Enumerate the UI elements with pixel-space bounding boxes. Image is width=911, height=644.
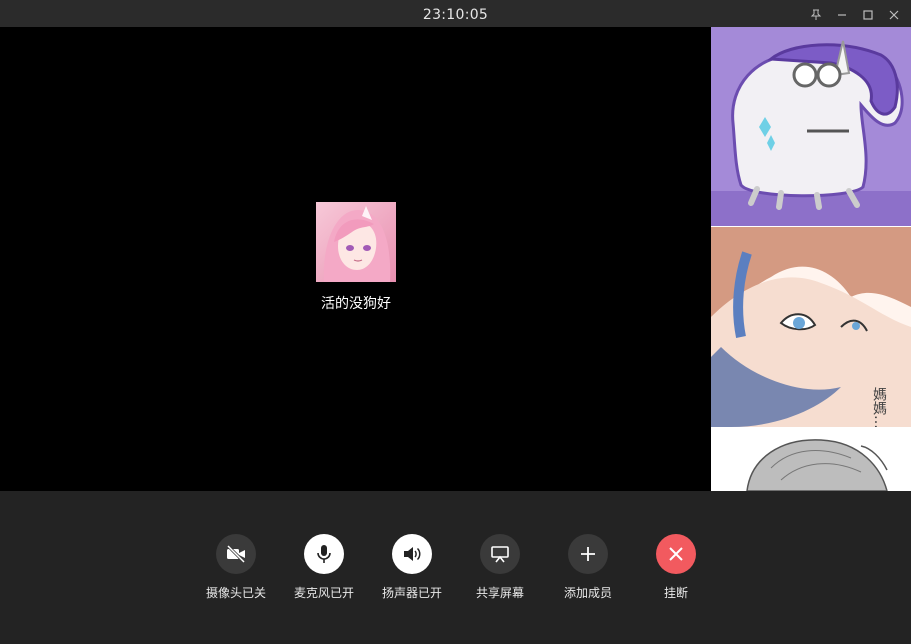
hangup-icon[interactable]: [656, 534, 696, 574]
speaker-toggle[interactable]: 扬声器已开: [367, 534, 457, 601]
microphone-icon[interactable]: [304, 534, 344, 574]
participant-thumb-unicorn[interactable]: [711, 27, 911, 226]
pin-icon[interactable]: [805, 6, 827, 24]
main-video-area: 活的没狗好: [0, 27, 711, 491]
add-member-button[interactable]: 添加成员: [543, 534, 633, 601]
call-timer: 23:10:05: [422, 7, 489, 23]
share-screen-label: 共享屏幕: [475, 586, 524, 600]
title-bar[interactable]: 23:10:05: [0, 0, 911, 28]
window-controls: [805, 6, 905, 24]
call-toolbar: 摄像头已关 麦克风已开 扬声器已开 共享屏幕 添加成员 挂断: [0, 491, 911, 644]
camera-label: 摄像头已关: [205, 586, 266, 600]
close-icon[interactable]: [883, 6, 905, 24]
camera-toggle[interactable]: 摄像头已关: [191, 534, 281, 601]
microphone-label: 麦克风已开: [293, 586, 354, 600]
microphone-toggle[interactable]: 麦克风已开: [279, 534, 369, 601]
camera-off-icon[interactable]: [216, 534, 256, 574]
hangup-label: 挂断: [663, 586, 688, 600]
minimize-icon[interactable]: [831, 6, 853, 24]
share-screen-button[interactable]: 共享屏幕: [455, 534, 545, 601]
speaker-label: 扬声器已开: [381, 586, 442, 600]
add-member-label: 添加成员: [563, 586, 612, 600]
manga-caption: 媽媽…: [871, 387, 887, 427]
speaker-icon[interactable]: [392, 534, 432, 574]
participant-thumb-manga[interactable]: [711, 428, 911, 491]
participant-strip: 媽媽…: [711, 27, 911, 491]
caller-name: 活的没狗好: [321, 296, 391, 312]
call-window: 23:10:05 活的没狗好 媽媽… 摄像头已关 麦克风已开 扬声器已开 共享屏…: [0, 0, 911, 644]
maximize-icon[interactable]: [857, 6, 879, 24]
plus-icon[interactable]: [568, 534, 608, 574]
hangup-button[interactable]: 挂断: [631, 534, 721, 601]
caller-avatar: [316, 202, 396, 282]
participant-thumb-anime[interactable]: 媽媽…: [711, 227, 911, 427]
screen-share-icon[interactable]: [480, 534, 520, 574]
